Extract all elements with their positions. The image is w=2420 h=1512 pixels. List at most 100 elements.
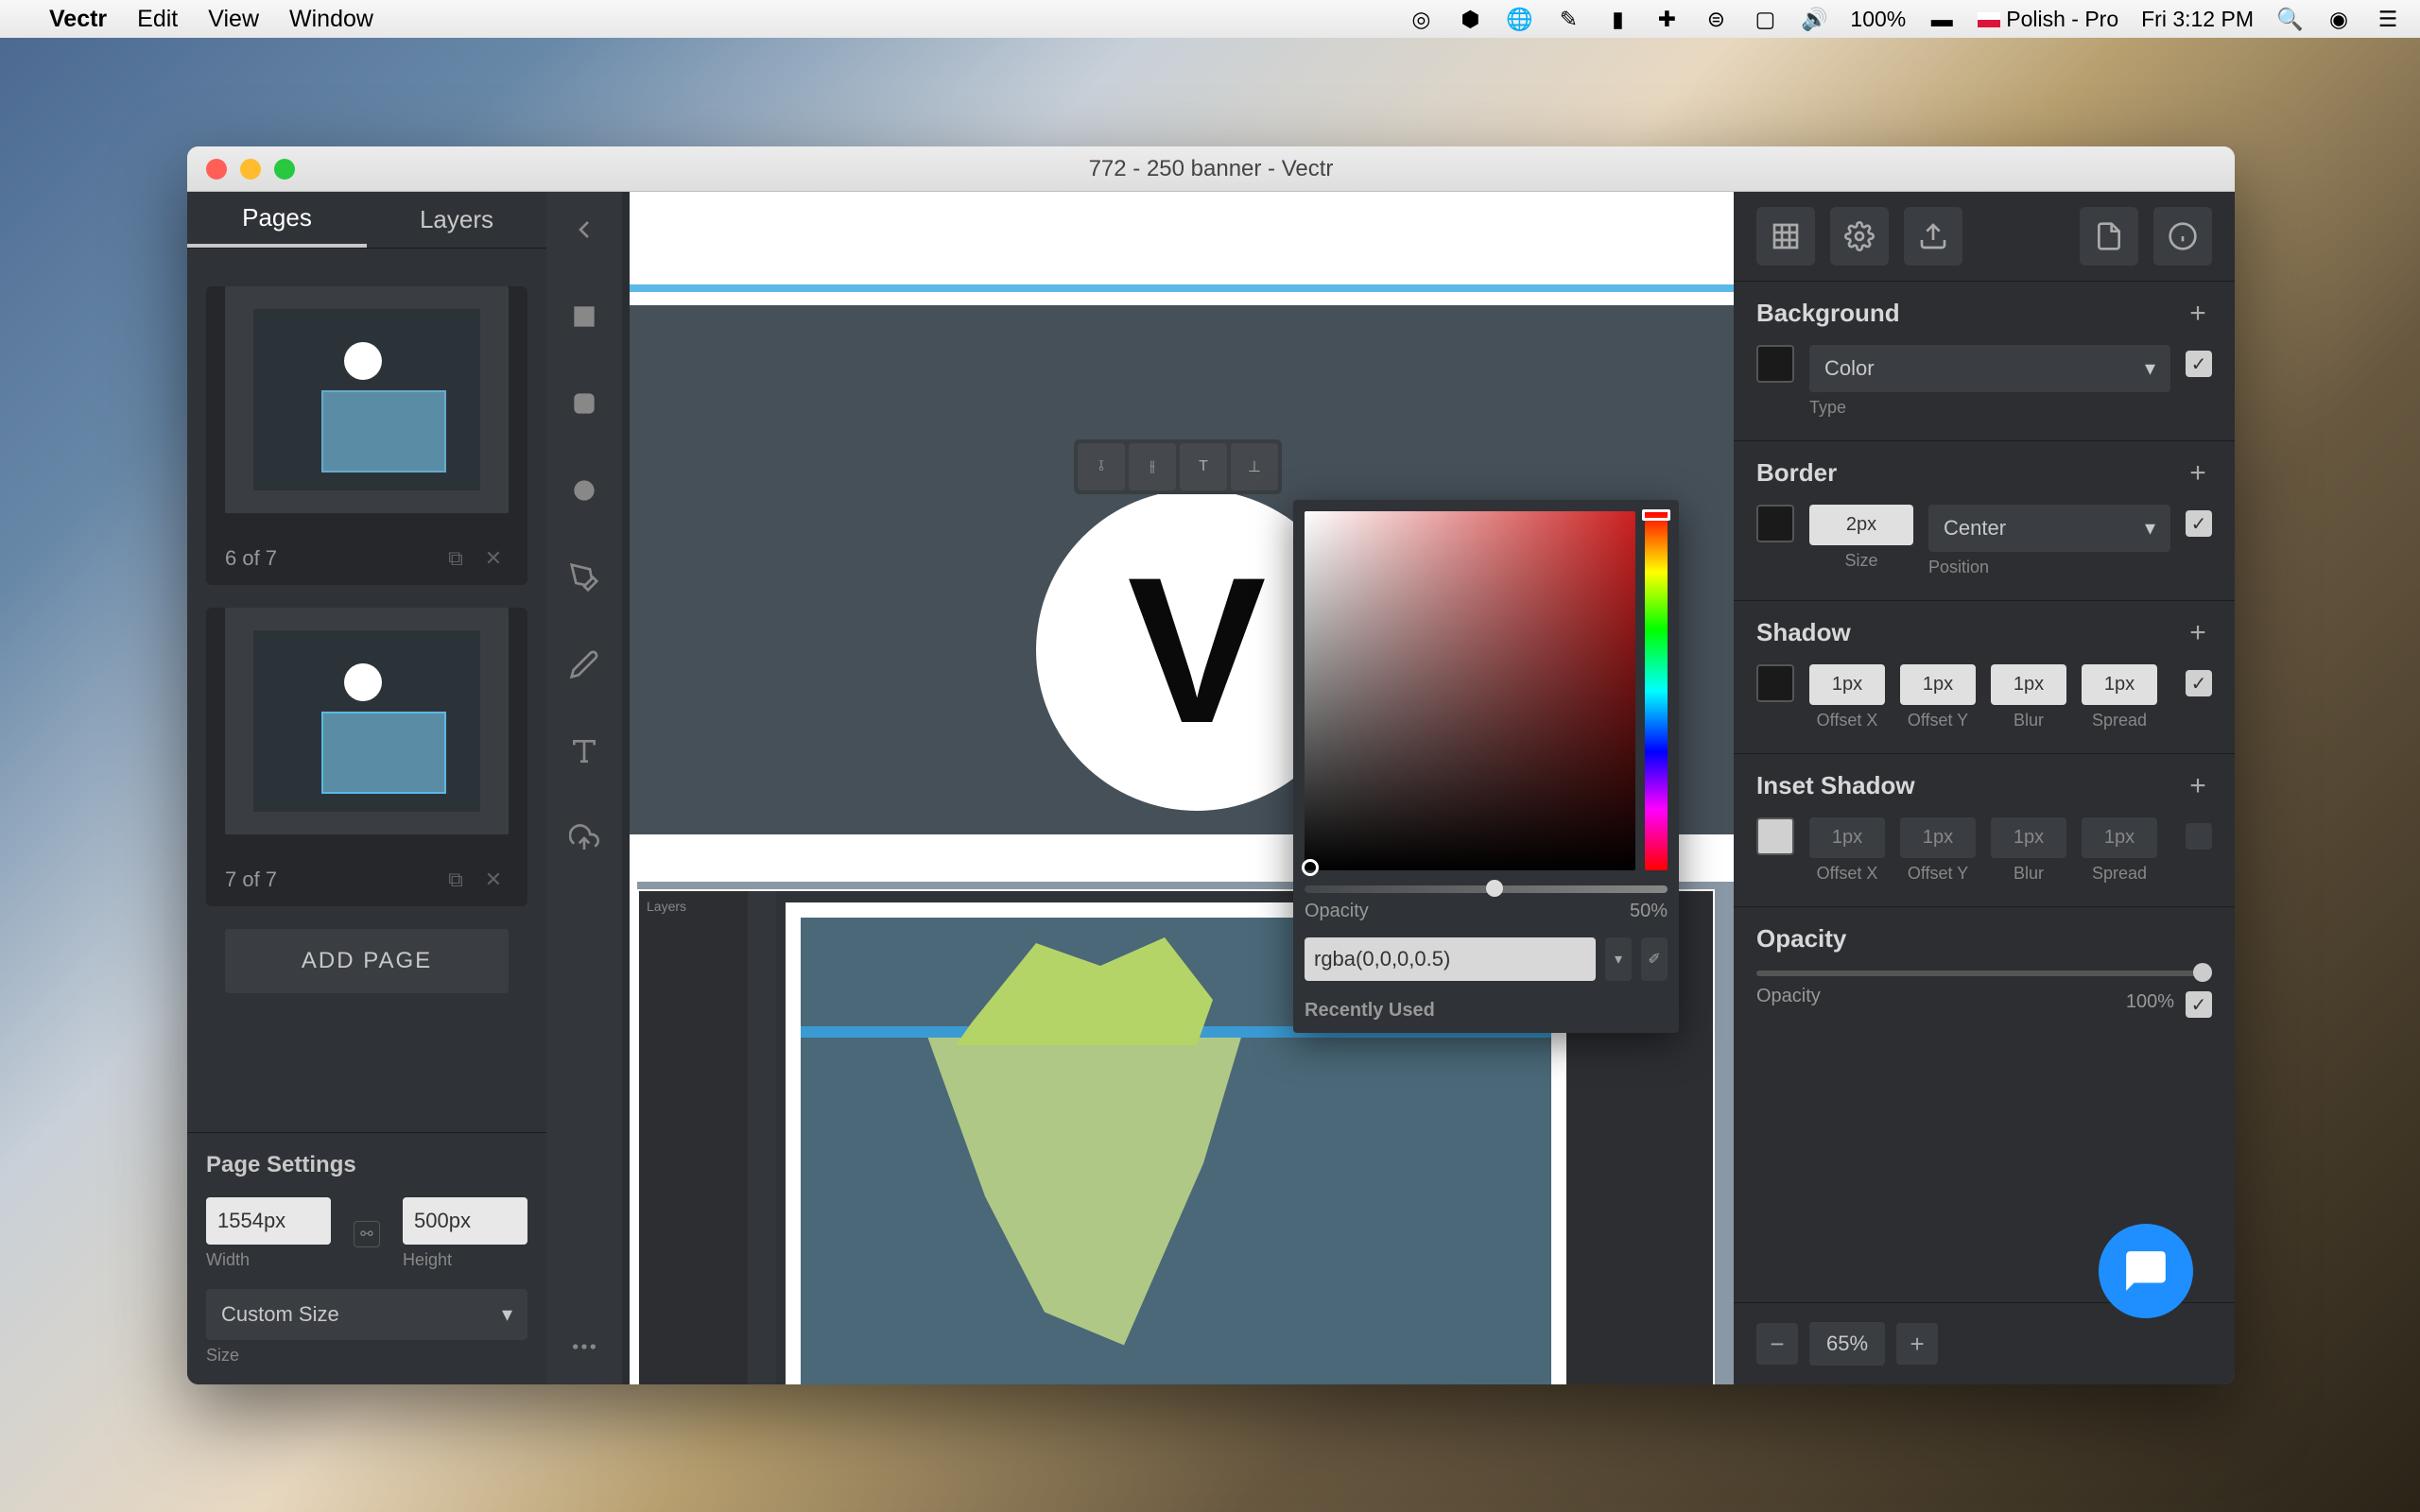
info-icon[interactable] — [2153, 207, 2212, 266]
border-position-select[interactable]: Center ▾ — [1928, 505, 2170, 552]
minimize-button[interactable] — [240, 159, 261, 180]
window-menu[interactable]: Window — [289, 6, 373, 33]
sv-cursor[interactable] — [1302, 859, 1319, 876]
add-shadow-button[interactable]: + — [2184, 619, 2212, 647]
cc-icon[interactable]: ◎ — [1408, 7, 1434, 32]
shadow-offset-y-input[interactable] — [1900, 664, 1976, 705]
spotlight-icon[interactable]: 🔍 — [2276, 7, 2303, 32]
page-thumbnail — [225, 286, 509, 513]
color-input[interactable] — [1314, 947, 1586, 971]
border-size-input[interactable] — [1809, 505, 1913, 545]
chevron-down-icon: ▾ — [502, 1302, 512, 1327]
width-input[interactable] — [206, 1197, 331, 1245]
edit-menu[interactable]: Edit — [137, 6, 178, 33]
zoom-in-button[interactable]: + — [1896, 1323, 1938, 1365]
volume-icon[interactable]: 🔊 — [1801, 7, 1827, 32]
siri-icon[interactable]: ◉ — [2325, 7, 2352, 32]
export-icon[interactable] — [1904, 207, 1962, 266]
page-thumb-6[interactable]: 6 of 7 ⧉ ✕ — [206, 286, 527, 585]
border-enabled-checkbox[interactable]: ✓ — [2186, 510, 2212, 537]
grid-icon[interactable] — [1756, 207, 1815, 266]
page-thumb-7[interactable]: 7 of 7 ⧉ ✕ — [206, 608, 527, 906]
text-tool-icon[interactable] — [565, 732, 603, 770]
text-align-icon[interactable]: T — [1180, 443, 1227, 490]
opacity-slider[interactable] — [1756, 971, 2212, 976]
delete-icon[interactable]: ✕ — [478, 865, 509, 895]
height-input[interactable] — [403, 1197, 527, 1245]
close-button[interactable] — [206, 159, 227, 180]
hue-slider[interactable] — [1645, 511, 1668, 870]
ellipse-tool-icon[interactable] — [565, 472, 603, 509]
settings-icon[interactable] — [1830, 207, 1889, 266]
titlebar[interactable]: 772 - 250 banner - Vectr — [187, 146, 2235, 192]
notes-icon[interactable]: ✎ — [1555, 7, 1582, 32]
background-swatch[interactable] — [1756, 345, 1794, 383]
align-h-icon[interactable]: ⫱ — [1078, 443, 1125, 490]
distribute-icon[interactable]: ⊥ — [1231, 443, 1278, 490]
hue-cursor[interactable] — [1642, 509, 1670, 521]
rectangle-tool-icon[interactable] — [565, 298, 603, 335]
wifi-icon[interactable]: ⊜ — [1703, 7, 1729, 32]
color-format-dropdown[interactable]: ▾ — [1605, 937, 1632, 981]
pencil-tool-icon[interactable] — [565, 645, 603, 683]
add-border-button[interactable]: + — [2184, 459, 2212, 488]
eyedropper-icon[interactable]: ✐ — [1641, 937, 1668, 981]
canvas-area[interactable]: V ⫱ ⫲ T ⊥ Layers — [622, 192, 1734, 1384]
opacity-enabled-checkbox[interactable]: ✓ — [2186, 991, 2212, 1018]
upload-tool-icon[interactable] — [565, 819, 603, 857]
opacity-slider-thumb[interactable] — [2193, 963, 2212, 982]
shadow-blur-input[interactable] — [1991, 664, 2066, 705]
save-icon[interactable] — [2080, 207, 2138, 266]
app-menu[interactable]: Vectr — [49, 6, 107, 33]
duplicate-icon[interactable]: ⧉ — [441, 865, 471, 895]
width-label: Width — [206, 1250, 331, 1270]
inset-offset-x-input[interactable] — [1809, 817, 1885, 858]
align-v-icon[interactable]: ⫲ — [1129, 443, 1176, 490]
link-dimensions-icon[interactable]: ⚯ — [354, 1221, 380, 1247]
color-picker[interactable]: Opacity 50% ▾ ✐ Recently Used — [1293, 500, 1679, 1033]
background-type-select[interactable]: Color ▾ — [1809, 345, 2170, 392]
saturation-value-field[interactable] — [1305, 511, 1635, 870]
delete-icon[interactable]: ✕ — [478, 543, 509, 574]
pages-list[interactable]: 6 of 7 ⧉ ✕ 7 of 7 ⧉ ✕ ADD PAGE — [187, 249, 546, 1132]
duplicate-icon[interactable]: ⧉ — [441, 543, 471, 574]
background-enabled-checkbox[interactable]: ✓ — [2186, 351, 2212, 377]
shadow-spread-input[interactable] — [2082, 664, 2157, 705]
inset-spread-input[interactable] — [2082, 817, 2157, 858]
inset-blur-input[interactable] — [1991, 817, 2066, 858]
shadow-offset-x-input[interactable] — [1809, 664, 1885, 705]
plus-icon[interactable]: ✚ — [1653, 7, 1680, 32]
tab-pages[interactable]: Pages — [187, 192, 367, 248]
notifications-icon[interactable]: ☰ — [2375, 7, 2401, 32]
more-tool-icon[interactable] — [565, 1328, 603, 1366]
inset-shadow-swatch[interactable] — [1756, 817, 1794, 855]
add-background-button[interactable]: + — [2184, 300, 2212, 328]
zoom-value[interactable]: 65% — [1809, 1322, 1885, 1366]
clock[interactable]: Fri 3:12 PM — [2141, 7, 2254, 32]
dropbox-icon[interactable]: ⬢ — [1457, 7, 1483, 32]
globe-icon[interactable]: 🌐 — [1506, 7, 1532, 32]
add-page-button[interactable]: ADD PAGE — [225, 929, 509, 993]
size-select[interactable]: Custom Size ▾ — [206, 1289, 527, 1340]
rounded-rect-tool-icon[interactable] — [565, 385, 603, 422]
back-icon[interactable] — [565, 211, 603, 249]
view-menu[interactable]: View — [208, 6, 259, 33]
add-inset-shadow-button[interactable]: + — [2184, 772, 2212, 800]
opacity-thumb[interactable] — [1486, 880, 1503, 897]
input-source[interactable]: Polish - Pro — [1978, 7, 2118, 32]
border-swatch[interactable] — [1756, 505, 1794, 542]
shadow-swatch[interactable] — [1756, 664, 1794, 702]
chat-support-button[interactable] — [2099, 1224, 2193, 1318]
inset-enabled-checkbox[interactable] — [2186, 823, 2212, 850]
zoom-out-button[interactable]: − — [1756, 1323, 1798, 1365]
opacity-slider[interactable] — [1305, 885, 1668, 893]
battery-percent[interactable]: 100% — [1850, 7, 1906, 32]
battery-icon[interactable]: ▬ — [1928, 7, 1955, 32]
tab-layers[interactable]: Layers — [367, 192, 546, 248]
inset-offset-y-input[interactable] — [1900, 817, 1976, 858]
shadow-enabled-checkbox[interactable]: ✓ — [2186, 670, 2212, 696]
device-icon[interactable]: ▮ — [1604, 7, 1631, 32]
pen-tool-icon[interactable] — [565, 558, 603, 596]
fullscreen-button[interactable] — [274, 159, 295, 180]
airplay-icon[interactable]: ▢ — [1752, 7, 1778, 32]
